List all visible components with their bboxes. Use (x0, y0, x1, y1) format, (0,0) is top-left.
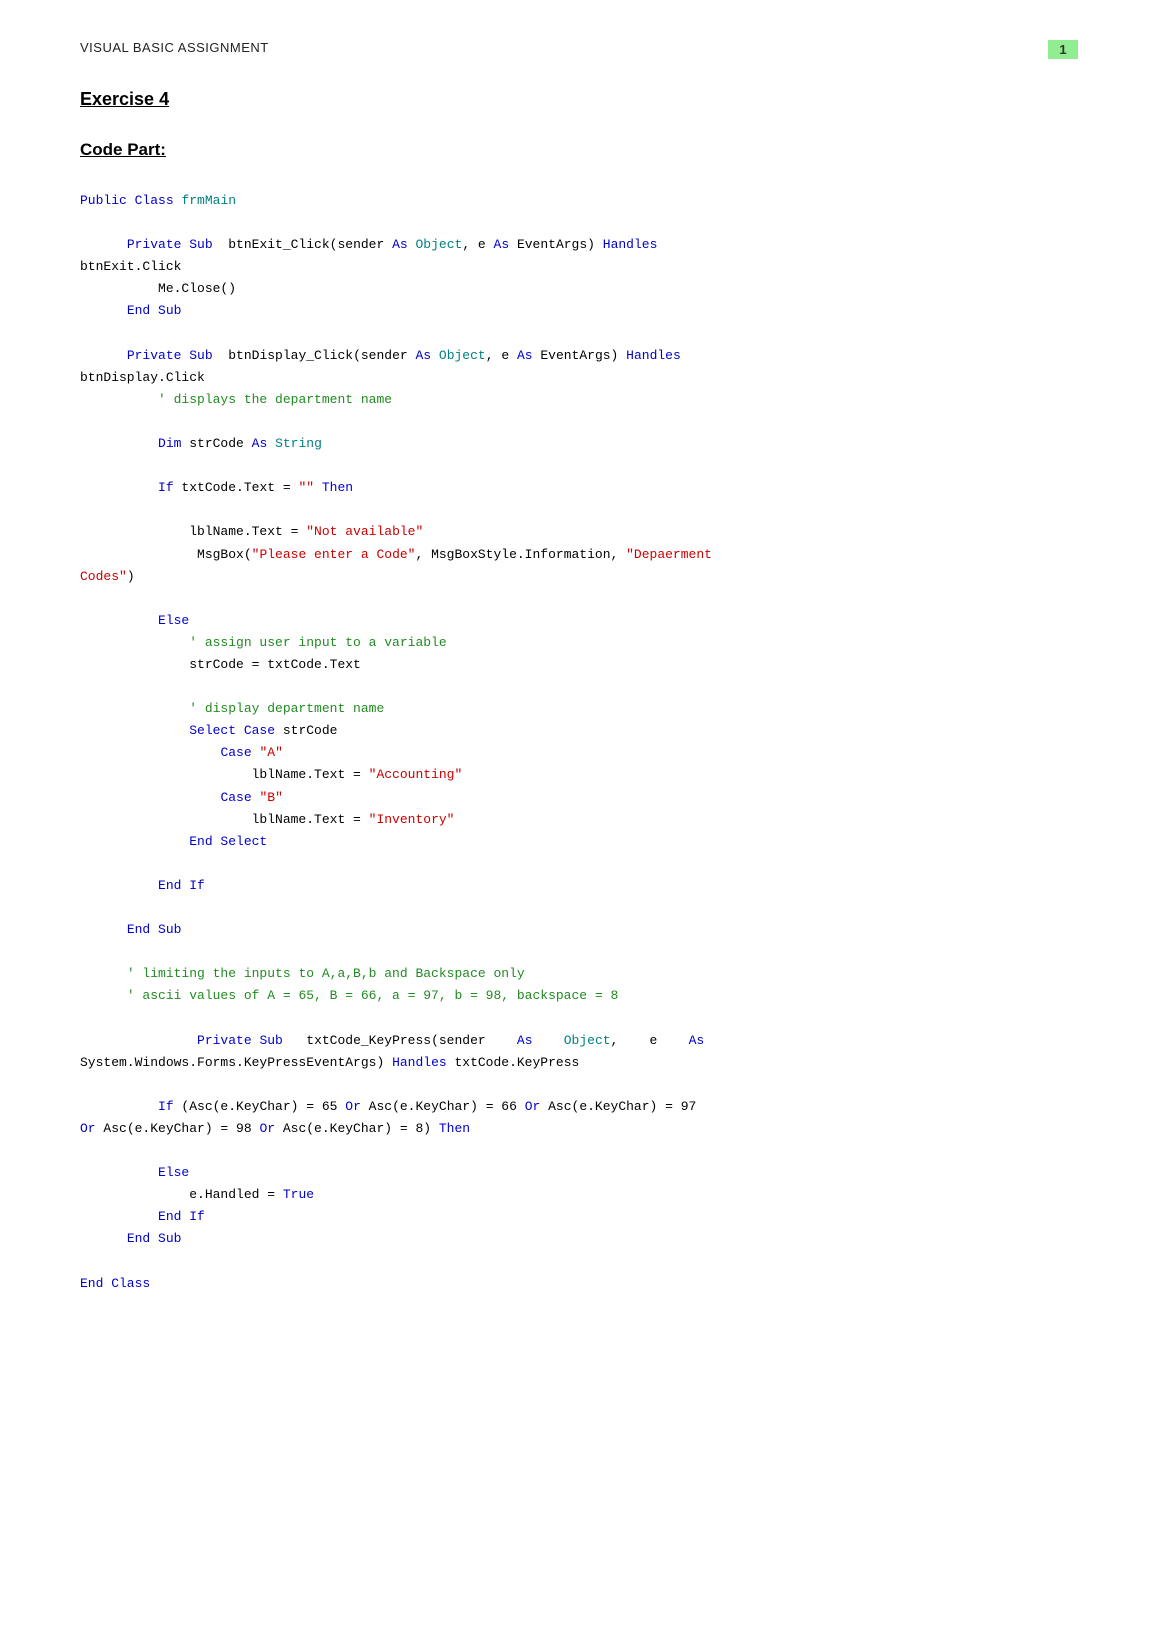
exercise-title: Exercise 4 (80, 89, 1078, 110)
document-title: VISUAL BASIC ASSIGNMENT (80, 40, 269, 55)
page-header: VISUAL BASIC ASSIGNMENT 1 (80, 40, 1078, 59)
section-title: Code Part: (80, 140, 1078, 160)
page-container: VISUAL BASIC ASSIGNMENT 1 Exercise 4 Cod… (0, 0, 1158, 1638)
page-number-badge: 1 (1048, 40, 1078, 59)
code-block: Public Class frmMain Private Sub btnExit… (80, 190, 1078, 1295)
